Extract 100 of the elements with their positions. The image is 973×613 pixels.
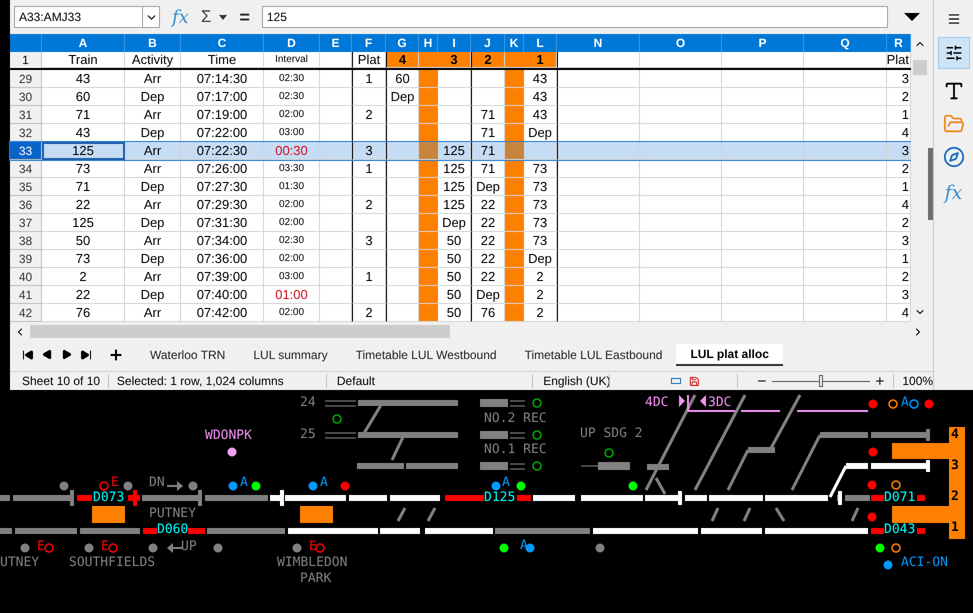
header-cell: 2 [471, 52, 505, 68]
row-header[interactable]: 41 [10, 286, 42, 304]
sheet-row[interactable]: 35 71 Dep 07:27:30 01:30 125 Dep 73 1 [10, 178, 911, 196]
sheet-tab[interactable]: Timetable LUL Westbound [342, 344, 511, 366]
sliders-icon [944, 44, 962, 62]
scroll-thumb[interactable] [30, 325, 450, 338]
language-status: English (UK) [542, 373, 610, 390]
row-header[interactable]: 42 [10, 304, 42, 322]
column-header[interactable]: P [722, 34, 804, 52]
zoom-slider[interactable] [772, 375, 870, 387]
add-sheet-icon[interactable] [108, 346, 124, 362]
last-sheet-icon[interactable] [80, 348, 92, 360]
sheet-row[interactable]: 39 73 Dep 07:36:00 02:00 50 22 Dep 1 [10, 250, 911, 268]
table-cell: 125 [438, 142, 471, 160]
row-header[interactable]: 39 [10, 250, 42, 268]
row-header[interactable]: 31 [10, 106, 42, 124]
row-header[interactable]: 35 [10, 178, 42, 196]
sheet-row[interactable]: 38 50 Arr 07:34:00 02:30 3 50 22 73 3 [10, 232, 911, 250]
header-cell: 3 [438, 52, 471, 68]
platform-separator [419, 196, 438, 214]
platform-separator [419, 70, 438, 88]
row-header[interactable]: 38 [10, 232, 42, 250]
name-box[interactable]: A33:AMJ33 [14, 6, 160, 28]
row-header[interactable]: 36 [10, 196, 42, 214]
sheet-tab[interactable]: Waterloo TRN [136, 344, 240, 366]
formula-input[interactable]: 125 [262, 6, 888, 28]
selection-mode-icon[interactable] [670, 378, 681, 384]
table-cell: 3 [352, 142, 386, 160]
menu-icon[interactable] [946, 12, 960, 26]
column-header[interactable]: E [320, 34, 352, 52]
sheet-tab[interactable]: LUL plat alloc [676, 344, 783, 366]
column-header[interactable]: O [640, 34, 722, 52]
platform-separator [505, 196, 524, 214]
platform-separator [419, 178, 438, 196]
properties-button[interactable] [938, 37, 970, 69]
header-cell: Time [181, 52, 264, 68]
sheet-row[interactable]: 37 125 Dep 07:31:30 02:00 Dep 22 73 2 [10, 214, 911, 232]
platform-separator [505, 304, 524, 322]
platform-separator [505, 160, 524, 178]
zoom-percent[interactable]: 100% [894, 372, 934, 390]
next-sheet-icon[interactable] [61, 349, 72, 360]
save-icon[interactable] [688, 376, 700, 386]
platform-separator [419, 142, 438, 160]
sheet-row[interactable]: 40 2 Arr 07:39:00 03:00 1 50 22 2 2 [10, 268, 911, 286]
row-header[interactable]: 30 [10, 88, 42, 106]
platform-separator [505, 70, 524, 88]
column-header[interactable]: D [264, 34, 320, 52]
sum-button[interactable]: Σ [200, 4, 212, 30]
platform-separator [419, 232, 438, 250]
zoom-slider-thumb[interactable] [818, 375, 823, 387]
sheet-row[interactable]: 32 43 Dep 07:22:00 03:00 71 Dep 4 [10, 124, 911, 142]
column-header[interactable]: A [42, 34, 125, 52]
navigator-icon[interactable] [942, 146, 964, 168]
platform-separator [505, 268, 524, 286]
header-cell: Train [42, 52, 125, 68]
column-header[interactable]: B [125, 34, 181, 52]
collapse-handle[interactable] [928, 148, 933, 220]
row-header[interactable]: 1 [10, 52, 42, 68]
column-header[interactable]: N [557, 34, 640, 52]
sheet-tab[interactable]: Timetable LUL Eastbound [510, 344, 676, 366]
row-header[interactable]: 33 [10, 142, 42, 160]
scroll-thumb[interactable] [912, 60, 926, 75]
header-cell: Activity [125, 52, 181, 68]
expand-icon[interactable] [904, 13, 920, 21]
occupied-block [300, 506, 333, 523]
column-header[interactable]: C [181, 34, 264, 52]
platform-separator [419, 160, 438, 178]
column-header[interactable]: Q [804, 34, 887, 52]
zoom-in-icon[interactable] [874, 375, 886, 387]
diagram-label: 3DC [708, 396, 732, 410]
diagram-label: E [111, 476, 119, 490]
sheet-row[interactable]: 41 22 Dep 07:40:00 01:00 50 Dep 2 3 [10, 286, 911, 304]
diagram-label: 24 [300, 396, 316, 410]
platform-separator [505, 142, 524, 160]
table-cell: 00:30 [264, 142, 320, 160]
table-cell: 07:22:30 [181, 142, 264, 160]
sheet-row[interactable]: 42 76 Arr 07:42:00 02:00 2 50 76 2 4 [10, 304, 911, 322]
diagram-label: UTNEY [0, 556, 40, 570]
row-header[interactable]: 29 [10, 70, 42, 88]
sheet-row[interactable]: 34 73 Arr 07:26:00 03:30 1 125 71 73 2 [10, 160, 911, 178]
sheet-row[interactable]: 31 71 Arr 07:19:00 02:00 2 71 43 1 [10, 106, 911, 124]
sheet-row[interactable]: 30 60 Dep 07:17:00 02:30 Dep 43 2 [10, 88, 911, 106]
previous-sheet-icon[interactable] [42, 349, 53, 360]
platform-separator [505, 232, 524, 250]
table-cell: 125 [42, 142, 125, 160]
header-cell: Interval [264, 52, 320, 68]
sheet-tab[interactable]: LUL summary [239, 344, 342, 366]
sheet-row[interactable]: 36 22 Arr 07:29:30 02:00 2 125 22 73 4 [10, 196, 911, 214]
sheet-row[interactable]: 33 125 Arr 07:22:30 00:30 3 125 71 3 [10, 142, 911, 160]
row-header[interactable]: 32 [10, 124, 42, 142]
caret-icon[interactable] [219, 14, 228, 20]
row-header[interactable]: 34 [10, 160, 42, 178]
formula-button[interactable]: = [235, 4, 254, 30]
diagram-label: A [320, 476, 328, 490]
diagram-label: A [502, 476, 510, 490]
sheet-row[interactable]: 29 43 Arr 07:14:30 02:30 1 60 43 3 [10, 70, 911, 88]
column-header[interactable]: F [352, 34, 386, 52]
first-sheet-icon[interactable] [22, 348, 34, 360]
row-header[interactable]: 40 [10, 268, 42, 286]
row-header[interactable]: 37 [10, 214, 42, 232]
